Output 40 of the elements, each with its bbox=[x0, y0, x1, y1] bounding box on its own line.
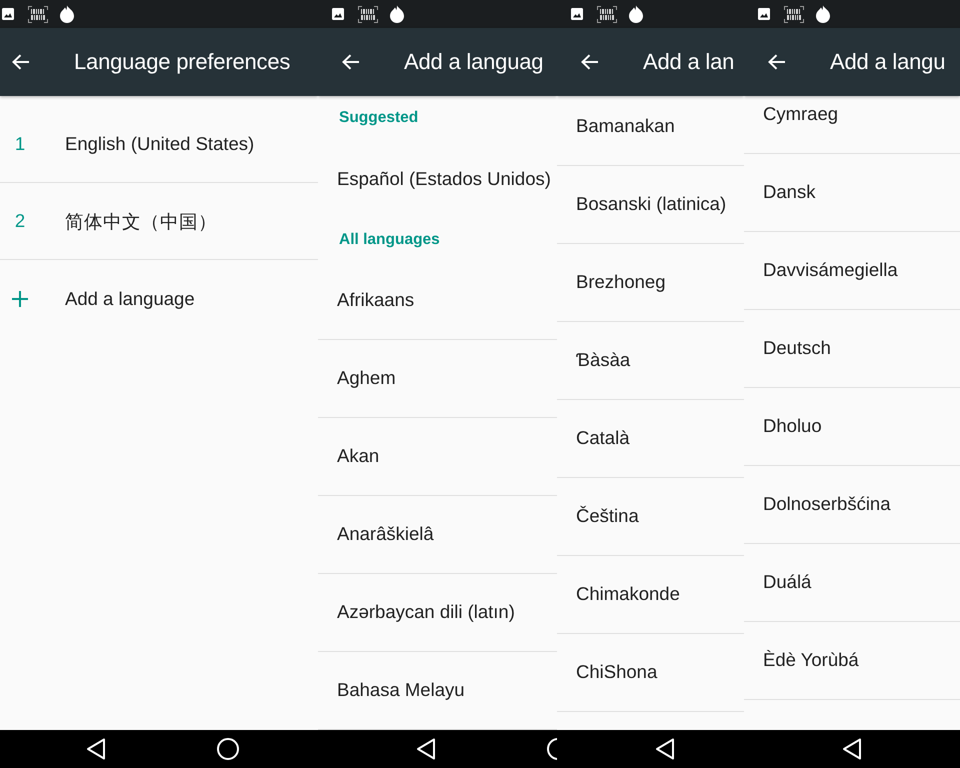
home-icon[interactable] bbox=[217, 738, 239, 760]
image-icon bbox=[758, 8, 770, 20]
back-arrow-icon[interactable] bbox=[342, 54, 360, 70]
back-icon[interactable] bbox=[416, 738, 436, 760]
image-icon bbox=[571, 8, 583, 20]
flame-icon bbox=[815, 5, 831, 23]
home-icon[interactable] bbox=[547, 738, 557, 760]
screen-title: Language preferences bbox=[74, 49, 290, 75]
add-language-button[interactable]: Add a language bbox=[0, 260, 318, 337]
screen-title: Add a languag bbox=[404, 49, 544, 75]
back-icon[interactable] bbox=[842, 738, 862, 760]
section-header: All languages bbox=[338, 230, 441, 250]
barcode-icon bbox=[597, 6, 617, 22]
section-header: Suggested bbox=[338, 108, 420, 128]
back-arrow-icon[interactable] bbox=[768, 54, 786, 70]
barcode-icon bbox=[784, 6, 804, 22]
language-item[interactable]: Dansk bbox=[744, 154, 960, 232]
language-item[interactable]: Cymraeg bbox=[744, 96, 960, 154]
language-item[interactable]: Español (Estados Unidos) bbox=[318, 140, 557, 218]
barcode-icon bbox=[358, 6, 378, 22]
order-number: 1 bbox=[14, 133, 26, 155]
language-item[interactable]: Èdè Yorùbá bbox=[744, 622, 960, 700]
image-icon bbox=[332, 8, 344, 20]
barcode-icon bbox=[28, 6, 48, 22]
back-icon[interactable] bbox=[86, 738, 106, 760]
screen-title: Add a lan bbox=[643, 49, 734, 75]
language-item[interactable]: Duálá bbox=[744, 544, 960, 622]
screen-title: Add a langu bbox=[830, 49, 946, 75]
back-arrow-icon[interactable] bbox=[581, 54, 599, 70]
flame-icon bbox=[389, 5, 405, 23]
language-item[interactable]: Davvisámegiella bbox=[744, 232, 960, 310]
language-item[interactable]: Dolnoserbšćina bbox=[744, 466, 960, 544]
back-arrow-icon[interactable] bbox=[12, 54, 30, 70]
language-item[interactable]: Deutsch bbox=[744, 310, 960, 388]
flame-icon bbox=[628, 5, 644, 23]
flame-icon bbox=[59, 5, 75, 23]
order-number: 2 bbox=[14, 210, 26, 232]
language-item[interactable]: Dholuo bbox=[744, 388, 960, 466]
back-icon[interactable] bbox=[655, 738, 675, 760]
plus-icon bbox=[12, 290, 28, 306]
